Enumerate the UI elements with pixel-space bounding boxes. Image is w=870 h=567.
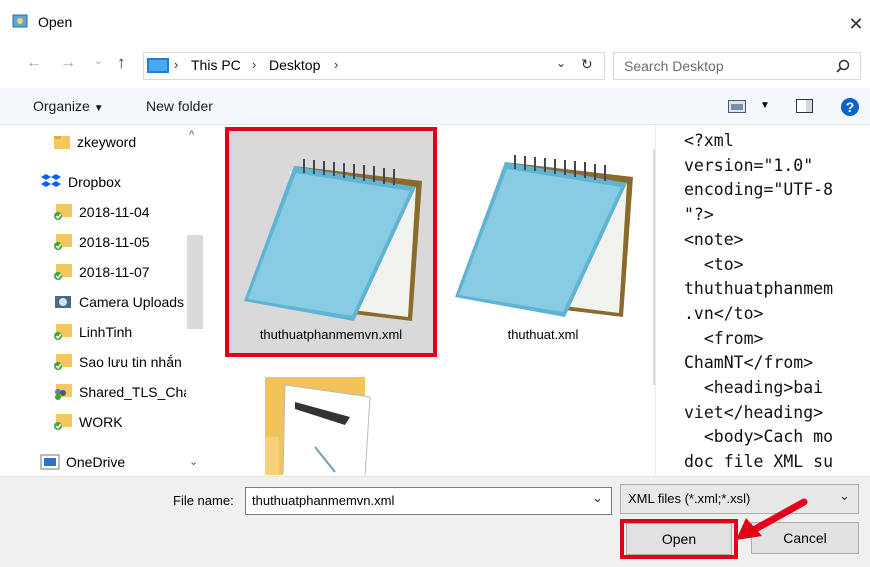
nav-item-label: Dropbox (68, 174, 121, 190)
preview-text: <?xml version="1.0" encoding="UTF-8 "?> … (684, 131, 834, 472)
chevron-down-icon: ▼ (93, 103, 104, 114)
scroll-down-icon[interactable]: ⌄ (189, 455, 198, 468)
synced-folder-icon (53, 323, 73, 341)
organize-label: Organize (33, 98, 90, 114)
breadcrumb-desktop[interactable]: Desktop (269, 57, 320, 73)
file-item-thuthuat[interactable]: thuthuat.xml (438, 127, 648, 357)
file-item-thuthuatphanmemvn[interactable]: thuthuatphanmemvn.xml (225, 127, 437, 357)
red-arrow-annotation (736, 498, 808, 540)
folder-icon (53, 134, 71, 150)
chevron-down-icon[interactable]: ⌄ (592, 490, 603, 506)
nav-item-camera-uploads[interactable]: Camera Uploads (8, 289, 204, 315)
window-title: Open (38, 14, 73, 30)
desktop-icon (147, 58, 169, 73)
notepad-icon (244, 159, 422, 321)
nav-item-label: Shared_TLS_Cha (79, 384, 192, 400)
nav-item-dropbox[interactable]: Dropbox (8, 169, 204, 195)
nav-item-label: Sao lưu tin nhắn (79, 354, 182, 370)
nav-item-label: 2018-11-04 (79, 204, 150, 220)
synced-folder-icon (53, 263, 73, 281)
chevron-right-icon: › (174, 57, 179, 72)
nav-item-shared-tls-cha[interactable]: Shared_TLS_Cha (8, 379, 204, 405)
chevron-down-icon: ⌄ (839, 488, 850, 503)
nav-item-label: Camera Uploads (79, 294, 185, 310)
open-button[interactable]: Open (626, 523, 732, 555)
organize-button[interactable]: Organize ▼ (33, 98, 104, 114)
synced-folder-icon (53, 233, 73, 251)
view-menu-chevron-icon[interactable]: ▼ (760, 100, 770, 111)
new-folder-button[interactable]: New folder (146, 98, 213, 114)
refresh-icon[interactable]: ↻ (581, 56, 593, 73)
camera-folder-icon (53, 293, 73, 311)
synced-folder-icon (53, 203, 73, 221)
file-name-value: thuthuatphanmemvn.xml (252, 493, 395, 508)
nav-item-label: 2018-11-07 (79, 264, 150, 280)
up-button[interactable]: ↑ (117, 53, 126, 73)
folder-icon (265, 377, 371, 475)
preview-pane: <?xml version="1.0" encoding="UTF-8 "?> … (655, 125, 870, 475)
breadcrumb-this-pc[interactable]: This PC (191, 57, 241, 73)
shared-folder-icon (53, 383, 73, 401)
file-view: thuthuatphanmemvn.xml thuthuat.xml (210, 125, 652, 475)
search-box[interactable]: Search Desktop (613, 52, 861, 80)
file-name-label: File name: (173, 493, 234, 508)
close-button[interactable]: ✕ (842, 10, 870, 38)
onedrive-icon (40, 454, 60, 470)
nav-item-label: LinhTinh (79, 324, 133, 340)
notepad-icon (455, 155, 633, 317)
search-icon[interactable] (836, 59, 850, 73)
chevron-down-icon[interactable]: ⌄ (556, 56, 566, 70)
nav-item-linhtinh[interactable]: LinhTinh (8, 319, 204, 345)
nav-item-label: 2018-11-05 (79, 234, 150, 250)
search-input[interactable]: Search Desktop (624, 58, 724, 74)
nav-item-2018-11-07[interactable]: 2018-11-07 (8, 259, 204, 285)
address-bar[interactable]: › This PC › Desktop › ⌄ ↻ (143, 52, 605, 80)
nav-item-label: WORK (79, 414, 123, 430)
preview-pane-icon[interactable] (796, 99, 813, 113)
scroll-thumb[interactable] (187, 235, 203, 329)
chevron-right-icon: › (252, 57, 257, 72)
nav-item-zkeyword[interactable]: zkeyword (8, 129, 204, 155)
nav-item-2018-11-04[interactable]: 2018-11-04 (8, 199, 204, 225)
help-icon[interactable]: ? (840, 97, 860, 117)
navigation-pane: zkeyword Dropbox 2018-11-04 2018-11-05 2018-… (8, 125, 204, 475)
synced-folder-icon (53, 353, 73, 371)
synced-folder-icon (53, 413, 73, 431)
file-name-label: thuthuat.xml (507, 327, 579, 342)
file-item-folder[interactable] (250, 375, 420, 475)
title-bar: Open ✕ (0, 0, 870, 44)
nav-item-onedrive[interactable]: OneDrive (8, 449, 204, 475)
nav-item-2018-11-05[interactable]: 2018-11-05 (8, 229, 204, 255)
recent-locations-icon[interactable]: ⌄ (94, 56, 102, 67)
toolbar: Organize ▼ New folder ▼ ? (0, 88, 870, 125)
scroll-up-icon[interactable]: ^ (189, 129, 194, 141)
svg-text:?: ? (846, 99, 855, 115)
close-icon: ✕ (848, 13, 864, 34)
nav-item-sao-l-u-tin-nh-n[interactable]: Sao lưu tin nhắn (8, 349, 204, 375)
chevron-right-icon: › (334, 57, 339, 72)
back-button[interactable]: ← (26, 54, 42, 72)
nav-scrollbar[interactable]: ^ ⌄ (186, 125, 204, 475)
nav-item-work[interactable]: WORK (8, 409, 204, 435)
nav-item-label: OneDrive (66, 454, 126, 470)
file-name-input[interactable]: thuthuatphanmemvn.xml ⌄ (245, 487, 612, 515)
forward-button[interactable]: → (60, 54, 76, 72)
file-name-label: thuthuatphanmemvn.xml (259, 327, 403, 342)
dropbox-icon (40, 173, 62, 191)
app-icon (12, 14, 28, 28)
nav-item-label: zkeyword (77, 134, 137, 150)
view-options-icon[interactable] (728, 100, 746, 113)
